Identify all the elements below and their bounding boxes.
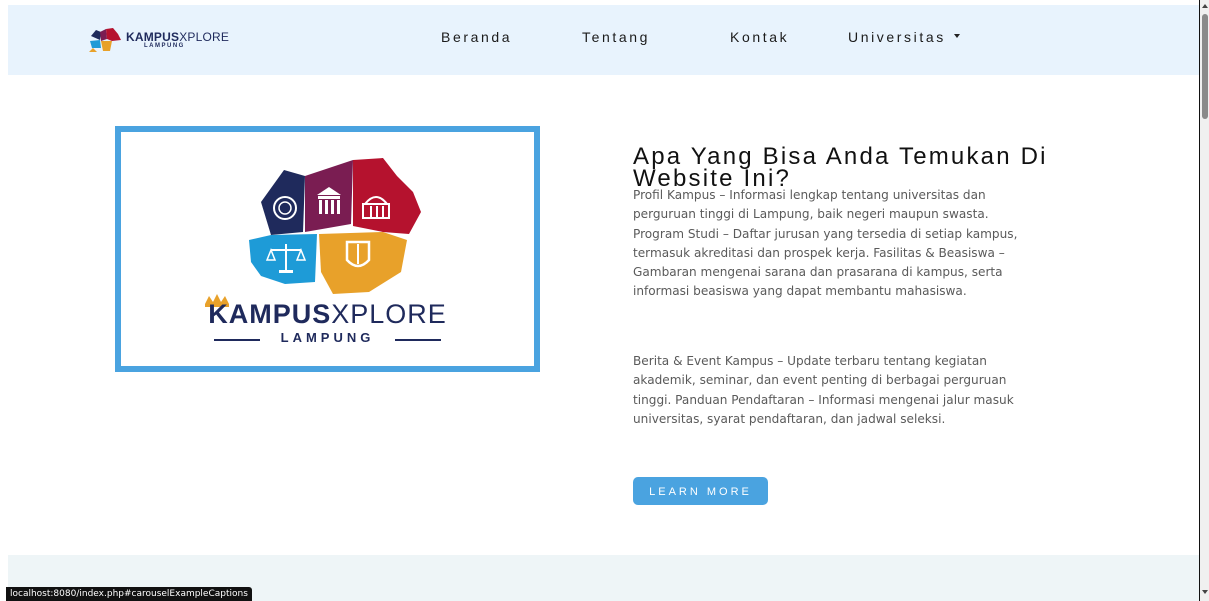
about-paragraph-1: Profil Kampus – Informasi lengkap tentan… — [633, 188, 1018, 299]
nav-item-tentang[interactable]: Tentang — [582, 29, 650, 45]
page: KAMPUSXPLORE LAMPUNG Beranda Tentang Kon… — [0, 0, 1199, 601]
brand-logo-link[interactable]: KAMPUSXPLORE LAMPUNG — [88, 26, 244, 56]
logo-rule-right — [395, 339, 441, 341]
nav-item-kontak[interactable]: Kontak — [730, 29, 789, 45]
hero-logo-image: KAMPUSXPLORE LAMPUNG — [115, 126, 540, 372]
nav-item-beranda[interactable]: Beranda — [441, 29, 512, 45]
navbar: KAMPUSXPLORE LAMPUNG Beranda Tentang Kon… — [8, 5, 1199, 75]
about-paragraph-2: Berita & Event Kampus – Update terbaru t… — [633, 354, 1014, 426]
map-logo-icon — [89, 28, 121, 52]
hero-logo-wordmark: KAMPUSXPLORE — [208, 299, 447, 329]
brand-name: KAMPUSXPLORE — [126, 30, 230, 44]
status-bar-url: localhost:8080/index.php#carouselExample… — [6, 587, 252, 601]
hero-logo-region: LAMPUNG — [280, 330, 375, 345]
caret-down-icon — [953, 34, 960, 39]
nav-item-universitas-label: Universitas — [848, 29, 946, 45]
brand-wordmark: KAMPUSXPLORE LAMPUNG — [126, 30, 229, 49]
scroll-up-arrow-icon[interactable] — [1202, 4, 1208, 8]
page-scrollbar[interactable] — [1199, 0, 1209, 601]
scroll-down-arrow-icon[interactable] — [1202, 590, 1208, 594]
nav-item-universitas-dropdown[interactable]: Universitas — [848, 29, 960, 45]
learn-more-button[interactable]: LEARN MORE — [633, 477, 768, 505]
scrollbar-thumb[interactable] — [1202, 14, 1208, 119]
section-title: Apa Yang Bisa Anda Temukan Di Website In… — [633, 142, 1048, 192]
